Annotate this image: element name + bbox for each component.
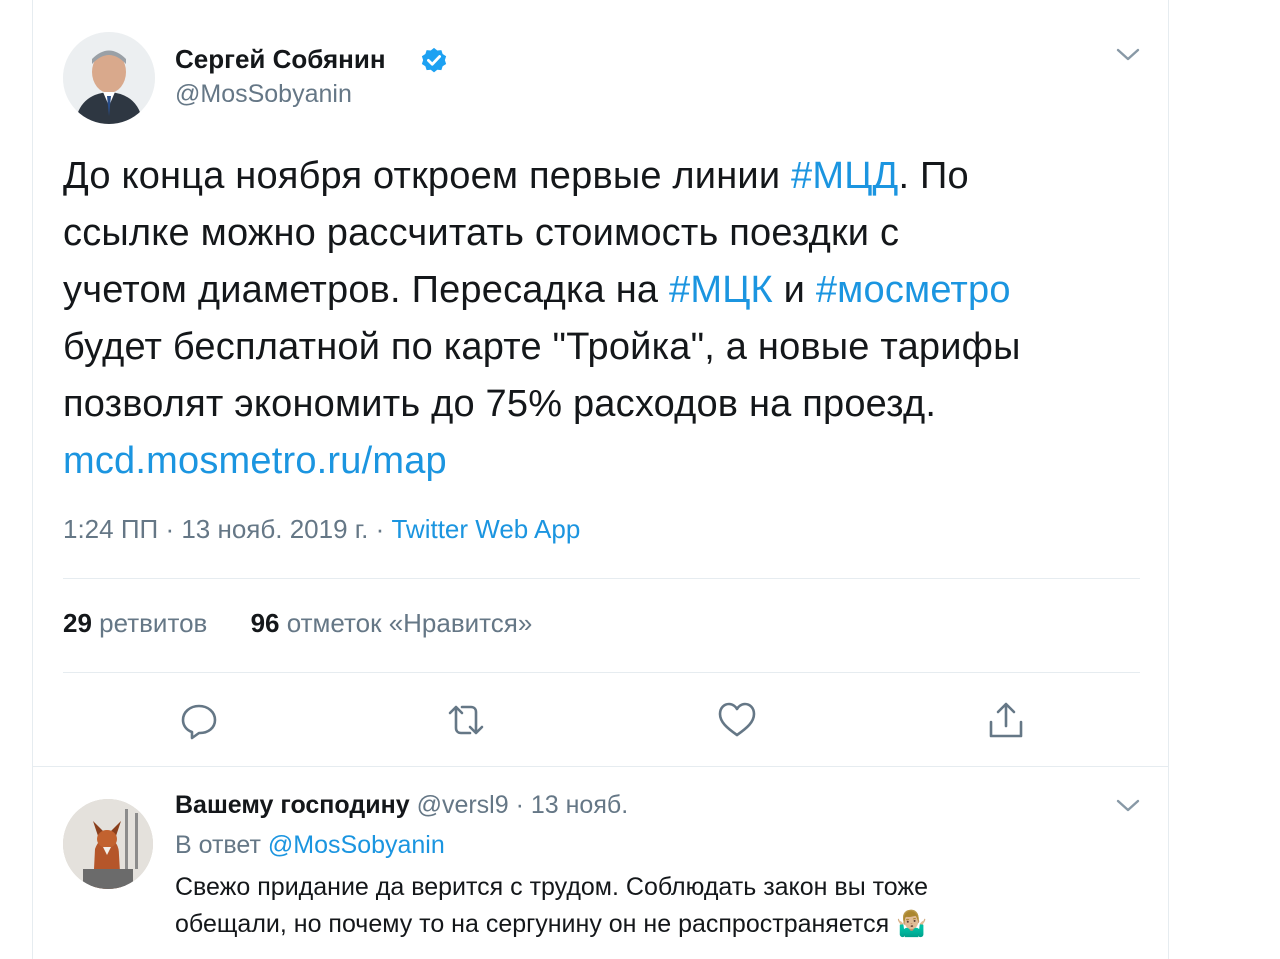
tweet-date[interactable]: 13 нояб. 2019 г. xyxy=(181,514,368,544)
hashtag-link[interactable]: #МЦК xyxy=(669,269,773,311)
likes-count: 96 xyxy=(250,608,280,638)
divider xyxy=(63,672,1140,673)
heart-icon xyxy=(718,702,756,737)
hashtag-link[interactable]: #мосметро xyxy=(816,269,1011,311)
tweet-source[interactable]: Twitter Web App xyxy=(391,514,580,544)
retweet-icon xyxy=(448,705,484,735)
reply-date[interactable]: 13 нояб. xyxy=(531,791,628,819)
chevron-down-icon[interactable] xyxy=(1115,46,1141,64)
reply-header: Вашему господину @versl9 · 13 нояб. xyxy=(175,791,628,820)
tweet-stats: 29 ретвитов 96 отметок «Нравится» xyxy=(63,608,568,639)
timeline-column: Сергей Собянин @MosSobyanin До конца ноя… xyxy=(32,0,1169,959)
tweet-text-segment: будет бесплатной по карте "Тройка", а но… xyxy=(63,326,1021,368)
meta-separator: · xyxy=(165,514,175,544)
share-icon xyxy=(989,702,1023,738)
reply-handle[interactable]: @versl9 xyxy=(417,791,509,819)
reply-text: Свежо придание да верится с трудом. Собл… xyxy=(175,869,928,943)
main-tweet: Сергей Собянин @MosSobyanin До конца ноя… xyxy=(33,0,1168,767)
tweet-text-segment: позволят экономить до 75% расходов на пр… xyxy=(63,383,937,425)
tweet-text-line: учетом диаметров. Пересадка на #МЦК и #м… xyxy=(63,262,1153,319)
divider xyxy=(63,578,1140,579)
tweet-text: До конца ноября откроем первые линии #МЦ… xyxy=(63,148,1153,490)
retweet-button[interactable] xyxy=(446,700,486,740)
author-avatar[interactable] xyxy=(63,32,155,124)
reply-text-line: Свежо придание да верится с трудом. Собл… xyxy=(175,873,929,901)
tweet-text-segment: ссылке можно рассчитать стоимость поездк… xyxy=(63,212,900,254)
tweet-text-line: будет бесплатной по карте "Тройка", а но… xyxy=(63,319,1153,376)
like-button[interactable] xyxy=(717,700,757,740)
retweets-count: 29 xyxy=(63,608,92,638)
reply-avatar[interactable] xyxy=(63,799,153,889)
tweet-text-segment: До конца ноября откроем первые линии xyxy=(63,155,792,197)
reply-author-name[interactable]: Вашему господину xyxy=(175,791,410,819)
hashtag-link[interactable]: #МЦД xyxy=(791,155,898,197)
likes-label: отметок «Нравится» xyxy=(286,608,533,638)
reply-context: В ответ @MosSobyanin xyxy=(175,831,445,860)
retweets-label: ретвитов xyxy=(99,608,208,638)
tweet-text-segment: и xyxy=(772,269,816,311)
chevron-down-icon[interactable] xyxy=(1115,797,1141,815)
tweet-time[interactable]: 1:24 ПП xyxy=(63,514,158,544)
tweet-text-line: До конца ноября откроем первые линии #МЦ… xyxy=(63,148,1153,205)
hashtag-link[interactable]: mcd.mosmetro.ru/map xyxy=(63,440,447,482)
shrug-emoji: 🤷🏼‍♂️ xyxy=(896,910,928,938)
retweets-stat[interactable]: 29 ретвитов xyxy=(63,608,207,638)
tweet-text-line: mcd.mosmetro.ru/map xyxy=(63,433,1153,490)
meta-separator: · xyxy=(515,791,524,819)
author-handle[interactable]: @MosSobyanin xyxy=(175,80,352,109)
reply-icon xyxy=(181,704,217,740)
reply-text-content: обещали, но почему то на сергунину он не… xyxy=(175,910,890,938)
reply-prefix: В ответ xyxy=(175,831,261,859)
tweet-text-line: ссылке можно рассчитать стоимость поездк… xyxy=(63,205,1153,262)
reply-to-handle[interactable]: @MosSobyanin xyxy=(268,831,445,859)
reply-button[interactable] xyxy=(179,700,219,740)
tweet-text-segment: учетом диаметров. Пересадка на xyxy=(63,269,670,311)
tweet-text-line: позволят экономить до 75% расходов на пр… xyxy=(63,376,1153,433)
meta-separator: · xyxy=(375,514,385,544)
reply-text-line: обещали, но почему то на сергунину он не… xyxy=(175,906,928,943)
share-button[interactable] xyxy=(986,700,1026,740)
verified-badge-icon xyxy=(421,47,447,73)
likes-stat[interactable]: 96 отметок «Нравится» xyxy=(251,608,533,638)
tweet-text-segment: . По xyxy=(898,155,969,197)
reply-tweet[interactable]: Вашему господину @versl9 · 13 нояб. В от… xyxy=(33,767,1168,959)
tweet-meta: 1:24 ПП · 13 нояб. 2019 г. · Twitter Web… xyxy=(63,514,580,545)
author-name[interactable]: Сергей Собянин xyxy=(175,44,386,75)
